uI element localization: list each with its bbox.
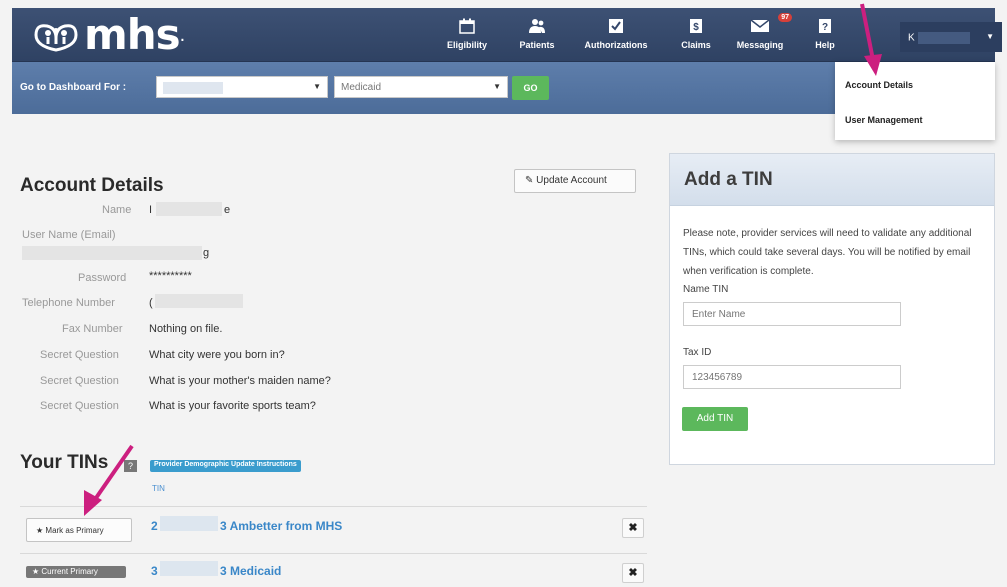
- star-icon: ★: [36, 526, 44, 535]
- go-button[interactable]: GO: [512, 76, 549, 100]
- nav-messaging-label: Messaging: [736, 40, 784, 50]
- redacted-email: [22, 246, 202, 260]
- nav-authorizations-label: Authorizations: [584, 40, 648, 50]
- checkbox-icon: [575, 16, 657, 36]
- redacted-tin-1: [160, 516, 218, 531]
- password-value: **********: [149, 270, 192, 282]
- username-value: g: [203, 247, 210, 259]
- name-tin-input[interactable]: [683, 302, 901, 326]
- update-account-button[interactable]: ✎ Update Account: [514, 169, 636, 193]
- demographic-instructions-link[interactable]: Provider Demographic Update Instructions: [150, 460, 301, 472]
- nav-authorizations[interactable]: Authorizations: [575, 16, 657, 56]
- annotation-arrow-account: [860, 3, 882, 76]
- chevron-down-icon: ▼: [986, 32, 994, 41]
- annotation-arrow-primary: [84, 444, 134, 516]
- add-tin-panel: Add a TIN Please note, provider services…: [669, 153, 995, 465]
- page-title: Account Details: [20, 175, 164, 196]
- secret-question-value-1: What city were you born in?: [149, 349, 285, 361]
- remove-tin-1-button[interactable]: ✖: [622, 518, 644, 538]
- family-logo-icon: [30, 17, 84, 53]
- name-lead: I: [149, 204, 153, 216]
- tin-row-2-lead: 3: [151, 564, 158, 578]
- plan-select[interactable]: Medicaid ▼: [334, 76, 508, 98]
- pencil-icon: ✎: [525, 175, 534, 186]
- select-arrow-icon: ▼: [313, 82, 321, 91]
- menu-item-user-management[interactable]: User Management: [845, 115, 923, 125]
- secret-question-label-3: Secret Question: [40, 400, 119, 412]
- user-initial: K: [908, 32, 915, 44]
- help-icon: ?: [808, 16, 842, 36]
- tax-id-label: Tax ID: [683, 347, 712, 358]
- nav-eligibility[interactable]: Eligibility: [442, 16, 492, 56]
- envelope-icon: 97: [730, 13, 792, 36]
- name-value: e: [224, 204, 231, 216]
- redacted-username: [917, 32, 970, 44]
- dashboard-for-label: Go to Dashboard For :: [20, 82, 127, 93]
- provider-select[interactable]: ▼: [156, 76, 328, 98]
- password-label: Password: [78, 272, 127, 284]
- logo-text: mhs: [84, 10, 181, 59]
- svg-text:?: ?: [822, 22, 828, 33]
- nav-help[interactable]: ? Help: [808, 16, 842, 56]
- people-icon: [512, 16, 562, 36]
- calendar-icon: [442, 16, 492, 36]
- nav-patients-label: Patients: [519, 40, 555, 50]
- redacted-telephone: [155, 294, 243, 308]
- update-account-label: Update Account: [536, 175, 607, 186]
- nav-eligibility-label: Eligibility: [446, 40, 487, 50]
- select-arrow-icon: ▼: [493, 82, 501, 91]
- user-menu-toggle[interactable]: K ▼: [900, 22, 1002, 52]
- nav-claims[interactable]: $ Claims: [674, 16, 718, 56]
- tin-row-1-name[interactable]: 3 Ambetter from MHS: [220, 519, 342, 533]
- mark-primary-label: Mark as Primary: [45, 526, 104, 535]
- redacted-provider: [163, 82, 223, 94]
- remove-tin-2-button[interactable]: ✖: [622, 563, 644, 583]
- secret-question-value-2: What is your mother's maiden name?: [149, 375, 331, 387]
- redacted-name: [156, 202, 222, 216]
- plan-select-value: Medicaid: [341, 82, 382, 93]
- mhs-logo[interactable]: mhs .: [30, 10, 186, 59]
- secret-question-value-3: What is your favorite sports team?: [149, 400, 316, 412]
- secret-question-label-1: Secret Question: [40, 349, 119, 361]
- current-primary-label: Current Primary: [41, 567, 98, 576]
- redacted-tin-2: [160, 561, 218, 576]
- messaging-count-badge: 97: [778, 13, 792, 22]
- claims-icon: $: [674, 16, 718, 36]
- telephone-label: Telephone Number: [22, 297, 115, 309]
- close-icon: ✖: [628, 567, 638, 579]
- row-divider: [20, 553, 647, 554]
- fax-label: Fax Number: [62, 323, 123, 335]
- close-icon: ✖: [628, 522, 638, 534]
- current-primary-badge: ★ Current Primary: [26, 566, 126, 578]
- nav-messaging[interactable]: 97 Messaging: [730, 13, 792, 56]
- fax-value: Nothing on file.: [149, 323, 223, 335]
- secret-question-label-2: Secret Question: [40, 375, 119, 387]
- nav-patients[interactable]: Patients: [512, 16, 562, 56]
- tin-sort-link[interactable]: TIN: [152, 484, 165, 493]
- telephone-value: (: [149, 297, 153, 309]
- add-tin-note: Please note, provider services will need…: [683, 228, 972, 277]
- tin-row-1-lead: 2: [151, 519, 158, 533]
- logo-dot: .: [179, 23, 186, 46]
- add-tin-title: Add a TIN: [670, 154, 994, 206]
- tin-row-2-name[interactable]: 3 Medicaid: [220, 564, 281, 578]
- star-icon: ★: [32, 567, 40, 576]
- nav-claims-label: Claims: [681, 40, 711, 50]
- svg-text:$: $: [693, 22, 699, 33]
- add-tin-button[interactable]: Add TIN: [682, 407, 748, 431]
- username-label: User Name (Email): [22, 229, 116, 241]
- nav-help-label: Help: [815, 40, 835, 50]
- name-label: Name: [102, 204, 132, 216]
- tax-id-input[interactable]: [683, 365, 901, 389]
- name-tin-label: Name TIN: [683, 284, 729, 295]
